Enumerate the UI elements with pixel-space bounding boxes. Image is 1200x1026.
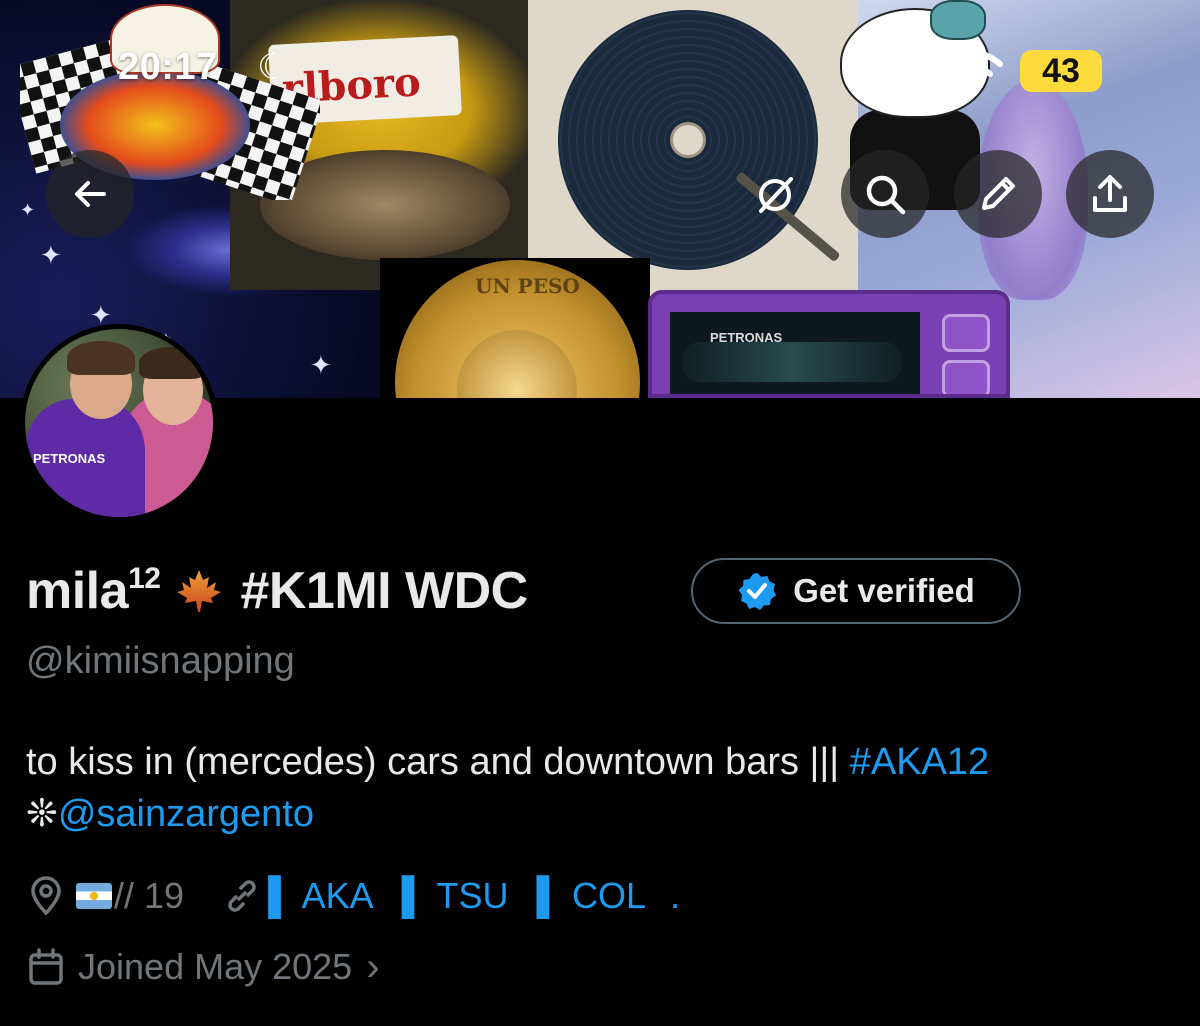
pencil-icon [982, 177, 1015, 210]
search-icon [866, 175, 906, 215]
joined-date-text: Joined May 2025 [78, 946, 353, 987]
coin-text: UN PESO [475, 274, 580, 298]
location-text: // 19 [114, 875, 185, 916]
profile-avatar[interactable]: PETRONAS [20, 324, 218, 522]
coin-sun [457, 330, 577, 398]
grok-button[interactable] [740, 160, 810, 230]
battery-indicator: 43 [1020, 50, 1102, 92]
grok-icon [759, 177, 793, 213]
calendar-icon [29, 948, 63, 985]
maple-leaf-icon [177, 570, 222, 612]
avatar-hair [67, 341, 135, 375]
camera-button [942, 314, 990, 352]
avatar-shirt-text: PETRONAS [33, 451, 106, 466]
location-pin-icon [31, 876, 61, 916]
wifi-icon [945, 50, 1003, 89]
display-name-row: mila12 #K1MI WDC [26, 556, 528, 626]
banner-record-art [528, 0, 860, 300]
bio-sparkle-symbol: ❊ [26, 793, 58, 835]
star-icon: ✦ [20, 200, 36, 220]
display-name-tag: #K1MI WDC [240, 562, 528, 620]
record-center [670, 122, 706, 158]
website-link-part[interactable]: ▌ TSU [402, 875, 509, 917]
share-icon [1093, 175, 1127, 212]
website-link-part[interactable]: . [670, 875, 680, 917]
banner-camera-art: PETRONAS [648, 290, 1010, 398]
bio-hashtag-link[interactable]: #AKA12 [850, 741, 989, 783]
share-button[interactable] [1066, 150, 1154, 238]
peso-coin: UN PESO [395, 260, 640, 398]
bio-text: to kiss in (mercedes) cars and downtown … [26, 741, 850, 783]
camera-button [942, 360, 990, 394]
profile-banner[interactable]: ✦ ✦ ✦ ✦ ✦ rlboro UN PESO PETRONAS [0, 0, 1200, 398]
bio-mention-link[interactable]: @sainzargento [58, 793, 314, 835]
get-verified-label: Get verified [793, 572, 975, 609]
verified-badge-icon [738, 573, 777, 610]
profile-bio: to kiss in (mercedes) cars and downtown … [26, 736, 1186, 840]
search-button[interactable] [841, 150, 929, 238]
kitty-bow [930, 0, 986, 40]
website-link-part[interactable]: ▌ COL [536, 875, 646, 917]
joined-date-row[interactable]: Joined May 2025 › [26, 938, 380, 996]
edit-button[interactable] [954, 150, 1042, 238]
status-time: 20:17 [118, 46, 218, 88]
moon-icon: ☾ [257, 46, 290, 87]
chevron-right-icon: › [366, 944, 380, 989]
banner-coin-art: UN PESO [380, 258, 650, 398]
arrow-left-icon [75, 181, 106, 207]
website-link-part[interactable]: ▌ AKA [268, 875, 374, 917]
star-icon: ✦ [40, 240, 62, 270]
profile-handle: @kimiisnapping [26, 640, 295, 682]
name-superscript: 12 [128, 562, 161, 595]
profile-meta-row: // 19 ▌ AKA ▌ TSU ▌ COL . [26, 866, 680, 926]
display-name: mila12 [26, 562, 161, 620]
back-button[interactable] [46, 150, 134, 238]
avatar-hair [139, 347, 205, 379]
argentina-flag-icon [76, 883, 112, 909]
link-icon [228, 880, 256, 912]
star-icon: ✦ [310, 350, 332, 380]
signal-icon [866, 52, 928, 86]
f1-car [682, 342, 902, 382]
get-verified-button[interactable]: Get verified [691, 558, 1021, 624]
